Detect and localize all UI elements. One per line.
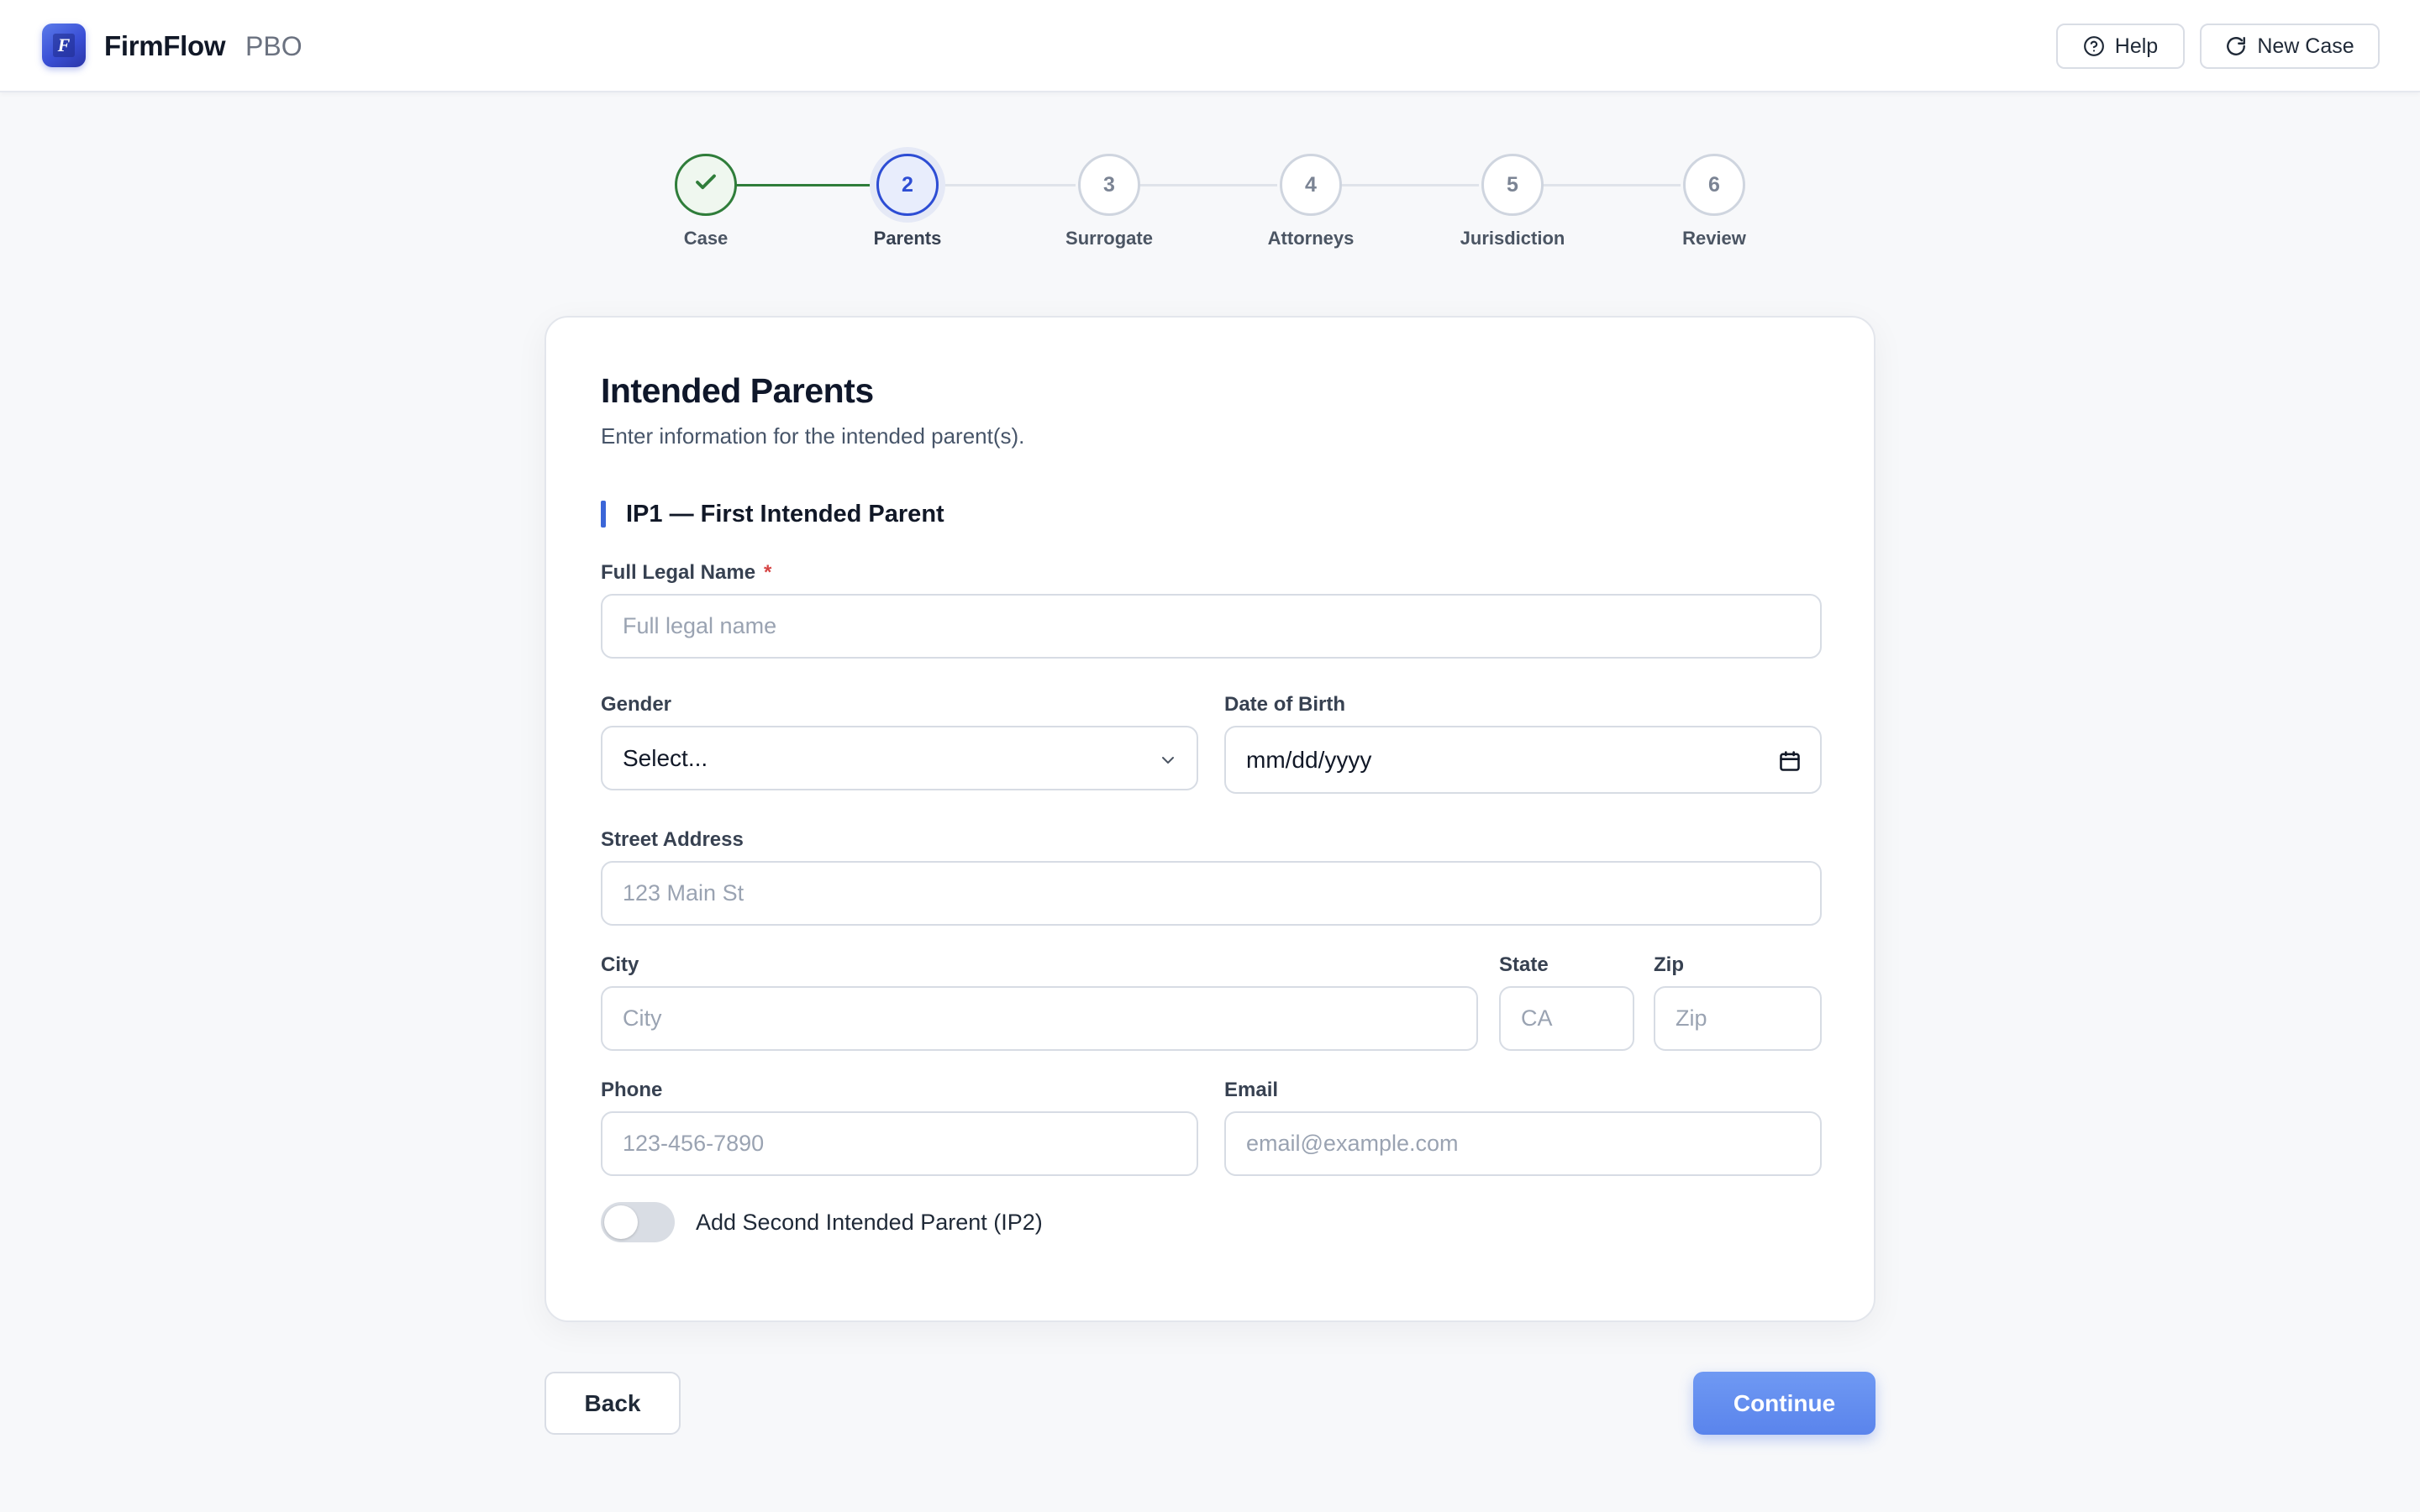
back-button[interactable]: Back [544,1372,681,1435]
step-attorneys[interactable]: 4 Attorneys [1244,154,1378,249]
check-icon [693,170,718,201]
help-button-label: Help [2114,34,2159,58]
section-title-ip1: IP1 — First Intended Parent [626,501,944,528]
app-brand-name: FirmFlow [104,30,226,61]
phone-input[interactable] [601,1111,1198,1176]
step-jurisdiction[interactable]: 5 Jurisdiction [1445,154,1580,249]
continue-button[interactable]: Continue [1693,1372,1876,1435]
phone-label: Phone [601,1079,663,1101]
required-asterisk: * [764,561,772,584]
new-case-button-label: New Case [2257,34,2354,58]
gender-label: Gender [601,693,672,716]
state-label: State [1499,953,1549,976]
add-ip2-toggle[interactable] [601,1202,675,1242]
toggle-knob [604,1205,638,1239]
step-case-circle [675,154,737,216]
step-case[interactable]: Case [639,154,773,249]
step-number: 3 [1078,154,1140,216]
help-circle-icon [2083,35,2105,57]
step-label: Surrogate [1065,228,1153,249]
full-legal-name-input[interactable] [601,594,1822,659]
top-bar: F FirmFlow PBO Help New Case [0,0,2420,92]
step-number: 4 [1280,154,1342,216]
calendar-icon[interactable] [1778,749,1802,779]
date-of-birth-label: Date of Birth [1224,693,1345,716]
street-address-input[interactable] [601,861,1822,926]
refresh-icon [2225,35,2247,57]
date-of-birth-value: mm/dd/yyyy [1246,746,1372,773]
step-label: Parents [873,228,942,249]
intended-parents-card: Intended Parents Enter information for t… [544,316,1876,1322]
step-number: 5 [1481,154,1544,216]
step-surrogate[interactable]: 3 Surrogate [1042,154,1176,249]
step-label: Case [683,228,729,249]
email-label: Email [1224,1079,1279,1101]
new-case-button[interactable]: New Case [2200,24,2380,69]
chevron-down-icon [1158,749,1178,776]
full-legal-name-label-text: Full Legal Name [601,561,756,584]
page-title: Intended Parents [601,371,874,410]
email-input[interactable] [1224,1111,1822,1176]
city-input[interactable] [601,986,1478,1051]
step-review[interactable]: 6 Review [1647,154,1781,249]
date-of-birth-input[interactable]: mm/dd/yyyy [1224,726,1822,794]
step-label: Attorneys [1267,228,1355,249]
help-button[interactable]: Help [2056,24,2185,69]
section-accent-bar [601,501,606,528]
step-label: Review [1682,228,1746,249]
logo-letter: F [57,34,71,55]
step-label: Jurisdiction [1460,228,1565,249]
firmflow-logo-icon[interactable]: F [42,24,86,67]
add-ip2-toggle-label[interactable]: Add Second Intended Parent (IP2) [696,1210,1043,1236]
city-label: City [601,953,639,976]
step-number: 2 [876,154,939,216]
app-brand-subtitle: PBO [245,31,302,61]
zip-input[interactable] [1654,986,1822,1051]
zip-label: Zip [1654,953,1684,976]
gender-select[interactable]: Select... [601,726,1198,790]
step-parents[interactable]: 2 Parents [840,154,975,249]
full-legal-name-label: Full Legal Name * [601,561,771,585]
step-number: 6 [1683,154,1745,216]
street-address-label: Street Address [601,828,744,851]
state-input[interactable] [1499,986,1634,1051]
page-subtitle: Enter information for the intended paren… [601,423,1025,449]
gender-select-value: Select... [623,744,708,771]
